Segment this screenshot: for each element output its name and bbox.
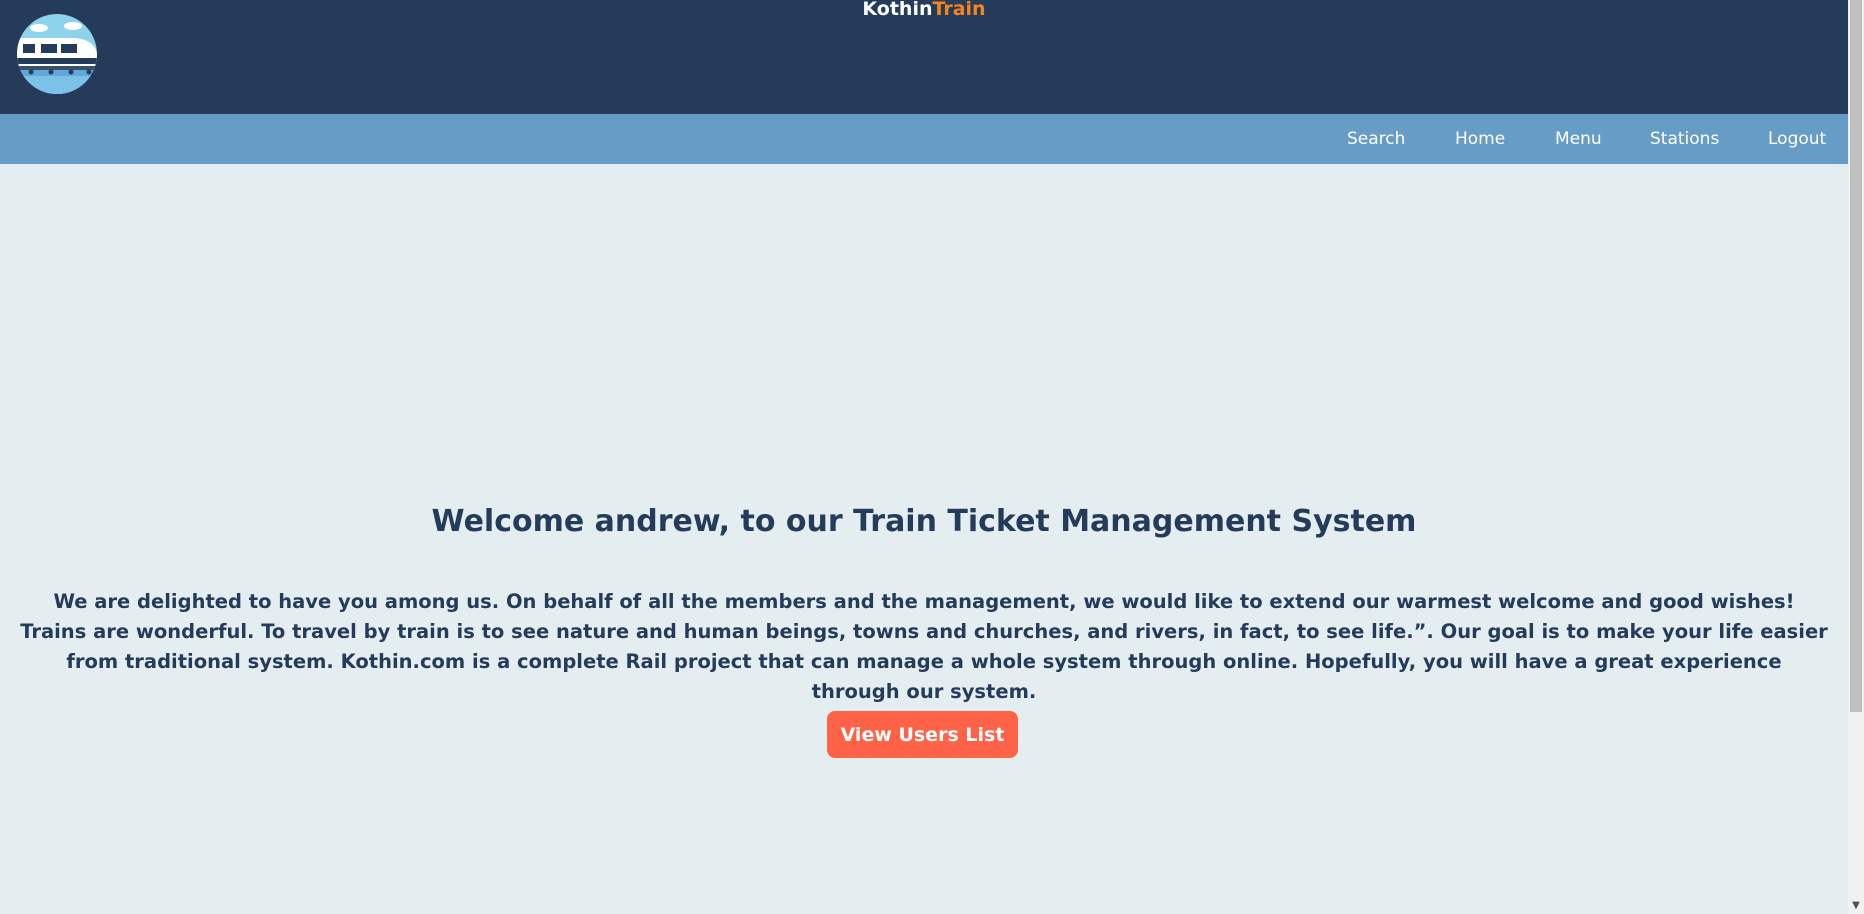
scroll-down-arrow-icon[interactable]: ▼ (1848, 898, 1864, 914)
nav-item-menu[interactable]: Menu (1555, 114, 1602, 164)
train-logo-icon[interactable] (17, 14, 97, 94)
page: KothinTrain Search Home Menu Stations Lo… (0, 0, 1864, 914)
welcome-heading: Welcome andrew, to our Train Ticket Mana… (431, 504, 1417, 539)
vertical-scrollbar[interactable]: ▼ (1848, 0, 1864, 914)
brand-name-second: Train (932, 0, 986, 20)
nav-item-logout[interactable]: Logout (1768, 114, 1826, 164)
scrollbar-thumb[interactable] (1850, 0, 1862, 712)
nav-item-search[interactable]: Search (1347, 114, 1405, 164)
view-users-list-button[interactable]: View Users List (827, 711, 1018, 758)
welcome-paragraph: We are delighted to have you among us. O… (20, 590, 1828, 703)
nav-item-home[interactable]: Home (1455, 114, 1505, 164)
nav-item-stations[interactable]: Stations (1650, 114, 1719, 164)
header: KothinTrain (0, 0, 1848, 114)
nav-bar: Search Home Menu Stations Logout (0, 114, 1848, 164)
brand-title: KothinTrain (0, 0, 1848, 20)
brand-name-first: Kothin (862, 0, 933, 20)
